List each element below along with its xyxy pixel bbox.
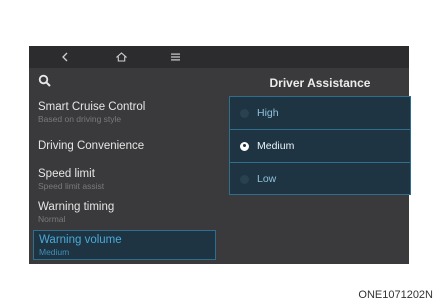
option-label: High: [257, 107, 279, 119]
menu-item-subtitle: Based on driving style: [38, 114, 122, 124]
panel-title: Driver Assistance: [269, 76, 371, 90]
home-button[interactable]: [107, 46, 135, 68]
infotainment-screen: Smart Cruise Control Based on driving st…: [29, 46, 411, 264]
radio-checked-icon: [240, 141, 249, 151]
hamburger-menu-icon: [170, 53, 180, 61]
menu-item-title: Smart Cruise Control: [38, 101, 146, 113]
menu-item-driving-convenience[interactable]: Driving Convenience: [38, 139, 218, 153]
option-low[interactable]: Low: [230, 162, 410, 195]
menu-item-subtitle: Speed limit assist: [38, 181, 105, 191]
warning-volume-popup: High Medium Low: [229, 96, 411, 195]
image-code: ONE1071202N: [358, 289, 433, 301]
menu-item-subtitle: Normal: [38, 214, 66, 224]
menu-item-title: Warning timing: [38, 201, 115, 213]
back-button[interactable]: [51, 46, 79, 68]
radio-unchecked-icon: [240, 108, 249, 118]
option-label: Medium: [257, 140, 295, 152]
menu-item-title: Speed limit: [38, 168, 95, 180]
chevron-left-icon: [62, 52, 68, 62]
menu-button[interactable]: [161, 46, 189, 68]
option-label: Low: [257, 173, 277, 185]
menu-item-title: Driving Convenience: [38, 140, 145, 152]
menu-item-warning-volume[interactable]: Warning volume Medium: [33, 230, 216, 260]
radio-unchecked-icon: [240, 174, 249, 184]
home-icon: [115, 52, 127, 62]
menu-item-subtitle: Medium: [39, 247, 70, 257]
menu-item-speed-limit[interactable]: Speed limit Speed limit assist: [38, 167, 218, 191]
option-medium[interactable]: Medium: [230, 129, 410, 162]
top-bar: [29, 46, 409, 68]
menu-item-title: Warning volume: [39, 234, 122, 246]
menu-item-warning-timing[interactable]: Warning timing Normal: [38, 200, 218, 224]
search-icon[interactable]: [38, 74, 52, 88]
option-high[interactable]: High: [230, 97, 410, 129]
menu-item-smart-cruise-control[interactable]: Smart Cruise Control Based on driving st…: [38, 100, 218, 124]
